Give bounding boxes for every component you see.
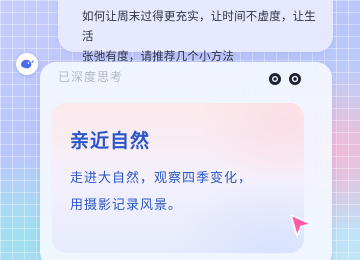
thinking-status-label: 已深度思考	[58, 70, 124, 84]
user-message-bubble: 如何让周末过得更充实，让时间不虚度，让生活 张弛有度，请推荐几个小方法	[58, 0, 333, 63]
answer-title: 亲近自然	[70, 130, 151, 152]
user-message-line-1: 如何让周末过得更充实，让时间不虚度，让生活	[82, 9, 316, 43]
pointer-cursor-icon	[288, 213, 314, 239]
record-icon[interactable]	[268, 72, 282, 86]
answer-line-2: 用摄影记录风景。	[70, 198, 183, 213]
eye-icon[interactable]	[288, 72, 302, 86]
whale-icon	[16, 53, 38, 75]
answer-line-1: 走进大自然，观察四季变化，	[70, 171, 253, 186]
